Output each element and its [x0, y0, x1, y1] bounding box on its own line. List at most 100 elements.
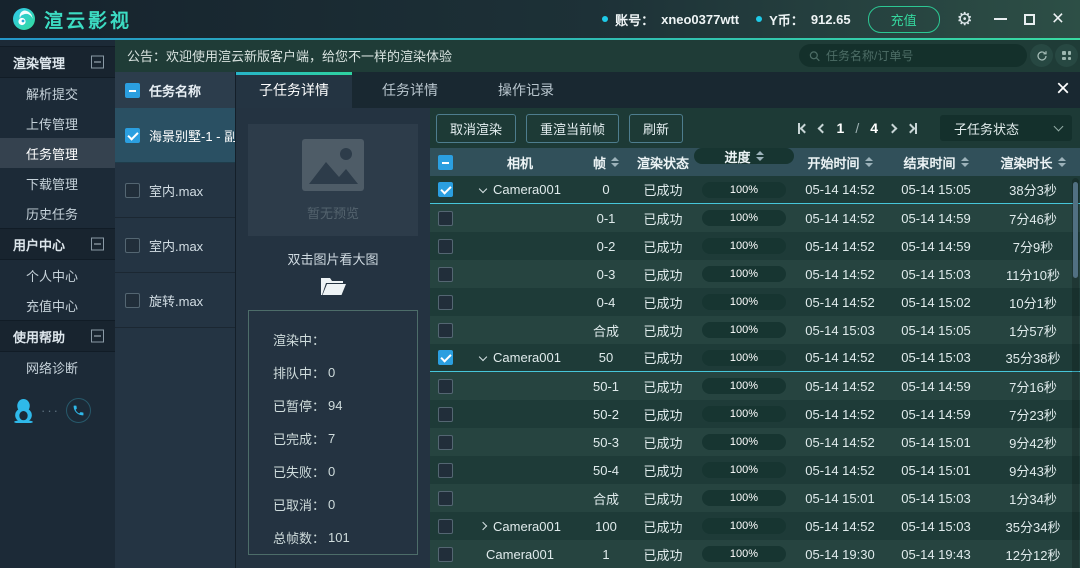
- column-header[interactable]: 进度: [694, 148, 794, 164]
- panel-close-icon[interactable]: ×: [1056, 75, 1070, 103]
- previous-page-button[interactable]: [819, 125, 826, 132]
- select-all-tasks-checkbox[interactable]: [125, 83, 140, 98]
- collapse-minus-icon[interactable]: [91, 238, 104, 251]
- sidebar-item[interactable]: 个人中心: [0, 260, 115, 290]
- sidebar-item[interactable]: 使用帮助: [0, 320, 115, 352]
- column-header[interactable]: 相机: [460, 148, 580, 176]
- tab[interactable]: 操作记录: [468, 72, 584, 108]
- expand-chevron-icon[interactable]: [479, 353, 488, 362]
- column-header[interactable]: 开始时间: [794, 148, 886, 176]
- column-header[interactable]: 结束时间: [886, 148, 986, 176]
- row-checkbox[interactable]: [438, 323, 453, 338]
- row-checkbox[interactable]: [438, 491, 453, 506]
- first-page-button[interactable]: [798, 123, 808, 134]
- scrollbar-thumb[interactable]: [1073, 182, 1078, 278]
- table-row[interactable]: 50-4 已成功 100% 05-14 14:52 05-14 15:01 9分…: [430, 456, 1080, 484]
- row-checkbox[interactable]: [438, 182, 453, 197]
- table-row[interactable]: Camera001 0 已成功 100% 05-14 14:52: [430, 176, 1080, 204]
- grid-menu-icon[interactable]: [1055, 44, 1078, 67]
- sidebar-item[interactable]: 下载管理: [0, 168, 115, 198]
- task-row[interactable]: 室内.max: [115, 218, 235, 273]
- row-checkbox[interactable]: [438, 267, 453, 282]
- toolbar-button[interactable]: 刷新: [629, 114, 683, 143]
- minimize-button[interactable]: [994, 18, 1007, 20]
- sidebar-item[interactable]: 历史任务: [0, 198, 115, 228]
- task-checkbox[interactable]: [125, 293, 140, 308]
- select-all-rows-checkbox[interactable]: [438, 155, 453, 170]
- table-row[interactable]: 50-2 已成功 100% 05-14 14:52 05-14 14:59 7分…: [430, 400, 1080, 428]
- table-row[interactable]: Camera001 100 已成功 100% 05-14 14:52: [430, 512, 1080, 540]
- row-checkbox[interactable]: [438, 519, 453, 534]
- expand-chevron-icon[interactable]: [479, 185, 488, 194]
- row-checkbox[interactable]: [438, 239, 453, 254]
- last-page-button[interactable]: [907, 123, 917, 134]
- sort-arrows-icon[interactable]: [865, 157, 873, 167]
- balance-dot-icon: [756, 16, 762, 22]
- phone-icon[interactable]: [66, 398, 91, 423]
- collapse-minus-icon[interactable]: [91, 330, 104, 343]
- stat-label: 已完成：: [273, 429, 325, 448]
- task-checkbox[interactable]: [125, 238, 140, 253]
- table-row[interactable]: 0-2 已成功 100% 05-14 14:52 05-14 14:59 7分9…: [430, 232, 1080, 260]
- settings-gear-icon[interactable]: ⚙: [957, 9, 973, 30]
- row-checkbox[interactable]: [438, 350, 453, 365]
- sort-arrows-icon[interactable]: [756, 151, 764, 161]
- table-row[interactable]: 0-1 已成功 100% 05-14 14:52 05-14 14:59 7分4…: [430, 204, 1080, 232]
- table-row[interactable]: 50-3 已成功 100% 05-14 14:52 05-14 15:01 9分…: [430, 428, 1080, 456]
- search-input[interactable]: [826, 49, 1017, 63]
- table-row[interactable]: 0-3 已成功 100% 05-14 14:52 05-14 15:03 11分…: [430, 260, 1080, 288]
- window-close-button[interactable]: ×: [1052, 12, 1064, 26]
- column-header[interactable]: 渲染状态: [632, 148, 694, 176]
- sidebar-item[interactable]: 任务管理: [0, 138, 115, 168]
- sidebar-item[interactable]: 网络诊断: [0, 352, 115, 382]
- sort-arrows-icon[interactable]: [611, 157, 619, 167]
- sidebar-item[interactable]: 上传管理: [0, 108, 115, 138]
- row-checkbox[interactable]: [438, 407, 453, 422]
- open-folder-icon[interactable]: [320, 276, 347, 297]
- task-row[interactable]: 旋转.max: [115, 273, 235, 328]
- progress-bar: 100%: [702, 182, 786, 198]
- sort-arrows-icon[interactable]: [1058, 157, 1066, 167]
- expand-chevron-icon[interactable]: [479, 522, 488, 531]
- refresh-icon[interactable]: [1030, 44, 1053, 67]
- tab[interactable]: 子任务详情: [236, 72, 352, 108]
- row-checkbox[interactable]: [438, 547, 453, 562]
- render-duration: 10分1秒: [986, 293, 1080, 312]
- task-row[interactable]: 海景别墅-1 - 副本: [115, 108, 235, 163]
- render-status: 已成功: [632, 293, 694, 312]
- next-page-button[interactable]: [889, 125, 896, 132]
- collapse-minus-icon[interactable]: [91, 56, 104, 69]
- sidebar-item[interactable]: 用户中心: [0, 228, 115, 260]
- toolbar-button[interactable]: 重渲当前帧: [526, 114, 619, 143]
- sidebar-item[interactable]: 解析提交: [0, 78, 115, 108]
- sidebar-item[interactable]: 渲染管理: [0, 46, 115, 78]
- row-checkbox[interactable]: [438, 463, 453, 478]
- row-checkbox[interactable]: [438, 295, 453, 310]
- table-row[interactable]: 50-1 已成功 100% 05-14 14:52 05-14 14:59 7分…: [430, 372, 1080, 400]
- tab[interactable]: 任务详情: [352, 72, 468, 108]
- table-scrollbar[interactable]: [1072, 178, 1079, 568]
- row-checkbox[interactable]: [438, 435, 453, 450]
- column-header[interactable]: 帧: [580, 148, 632, 176]
- task-checkbox[interactable]: [125, 183, 140, 198]
- toolbar-button[interactable]: 取消渲染: [436, 114, 516, 143]
- table-row[interactable]: 0-4 已成功 100% 05-14 14:52 05-14 15:02 10分…: [430, 288, 1080, 316]
- sort-arrows-icon[interactable]: [961, 157, 969, 167]
- recharge-button[interactable]: 充值: [868, 6, 940, 33]
- table-row[interactable]: Camera001 50 已成功 100% 05-14 14:52: [430, 344, 1080, 372]
- row-checkbox[interactable]: [438, 211, 453, 226]
- subtask-status-dropdown[interactable]: 子任务状态: [940, 115, 1072, 141]
- row-checkbox[interactable]: [438, 379, 453, 394]
- balance-label: Y币：: [769, 10, 804, 29]
- maximize-button[interactable]: [1024, 14, 1035, 25]
- table-row[interactable]: Camera001 1 已成功 100% 05-14 19:30: [430, 540, 1080, 568]
- column-header[interactable]: 渲染时长: [986, 148, 1080, 176]
- qq-icon[interactable]: [12, 398, 35, 423]
- task-row[interactable]: 室内.max: [115, 163, 235, 218]
- table-row[interactable]: 合成 已成功 100% 05-14 15:03 05-14 15:05 1分57…: [430, 316, 1080, 344]
- sidebar-item-label: 渲染管理: [13, 53, 65, 72]
- table-row[interactable]: 合成 已成功 100% 05-14 15:01 05-14 15:03 1分34…: [430, 484, 1080, 512]
- stat-row: 排队中： 0: [273, 356, 417, 389]
- task-checkbox[interactable]: [125, 128, 140, 143]
- sidebar-item[interactable]: 充值中心: [0, 290, 115, 320]
